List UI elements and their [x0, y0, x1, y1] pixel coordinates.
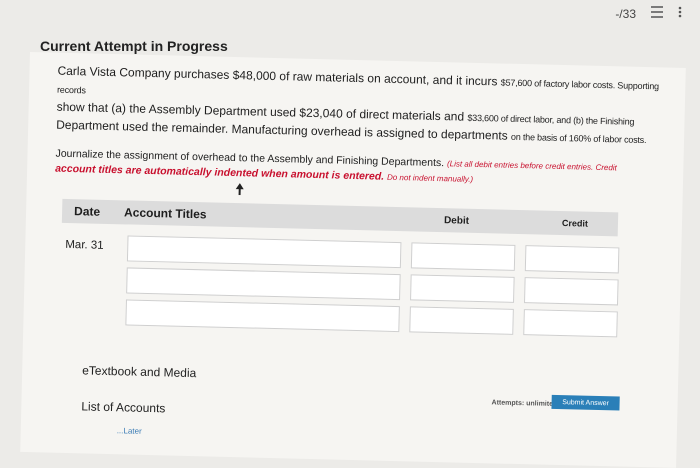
later-link[interactable]: ...Later	[117, 426, 142, 436]
problem-text: Carla Vista Company purchases $48,000 of…	[56, 63, 668, 150]
problem-line-2-small: $33,600 of direct labor, and (b) the Fin…	[467, 112, 635, 127]
header-debit: Debit	[443, 214, 470, 227]
header-credit: Credit	[561, 218, 589, 229]
progress-title: Current Attempt in Progress	[40, 38, 228, 54]
list-of-accounts-link[interactable]: List of Accounts	[81, 399, 165, 415]
account-title-input-3[interactable]	[125, 299, 400, 333]
debit-input-2[interactable]	[410, 274, 515, 303]
topbar: -/33	[615, 6, 682, 21]
etextbook-link[interactable]: eTextbook and Media	[82, 363, 196, 380]
problem-line-1: Carla Vista Company purchases $48,000 of…	[57, 63, 501, 89]
account-title-input-2[interactable]	[126, 267, 401, 301]
journal-table-header: Date Account Titles Debit Credit	[61, 198, 619, 237]
debit-input-3[interactable]	[409, 306, 514, 335]
debit-input-1[interactable]	[410, 242, 516, 271]
more-vert-icon[interactable]	[678, 6, 682, 21]
mouse-cursor-icon	[234, 183, 244, 198]
submit-answer-button[interactable]: Submit Answer	[551, 394, 620, 411]
credit-input-3[interactable]	[523, 309, 618, 338]
credit-input-1[interactable]	[524, 245, 620, 274]
credit-input-2[interactable]	[524, 277, 619, 306]
instruction-small: (List all debit entries before credit en…	[446, 159, 617, 173]
instruction-text: Journalize the assignment of overhead to…	[55, 147, 666, 192]
question-card: Carla Vista Company purchases $48,000 of…	[20, 52, 686, 468]
list-icon[interactable]	[650, 6, 664, 21]
attempts-text: Attempts: unlimited	[491, 399, 558, 408]
instruction-red-b: Do not indent manually.)	[386, 172, 474, 184]
header-account-titles: Account Titles	[123, 205, 207, 222]
header-date: Date	[73, 204, 101, 219]
row-date: Mar. 31	[65, 238, 104, 252]
account-title-input-1[interactable]	[126, 235, 402, 269]
score: -/33	[615, 6, 636, 21]
problem-line-3-small: on the basis of 160% of labor costs.	[510, 131, 647, 146]
